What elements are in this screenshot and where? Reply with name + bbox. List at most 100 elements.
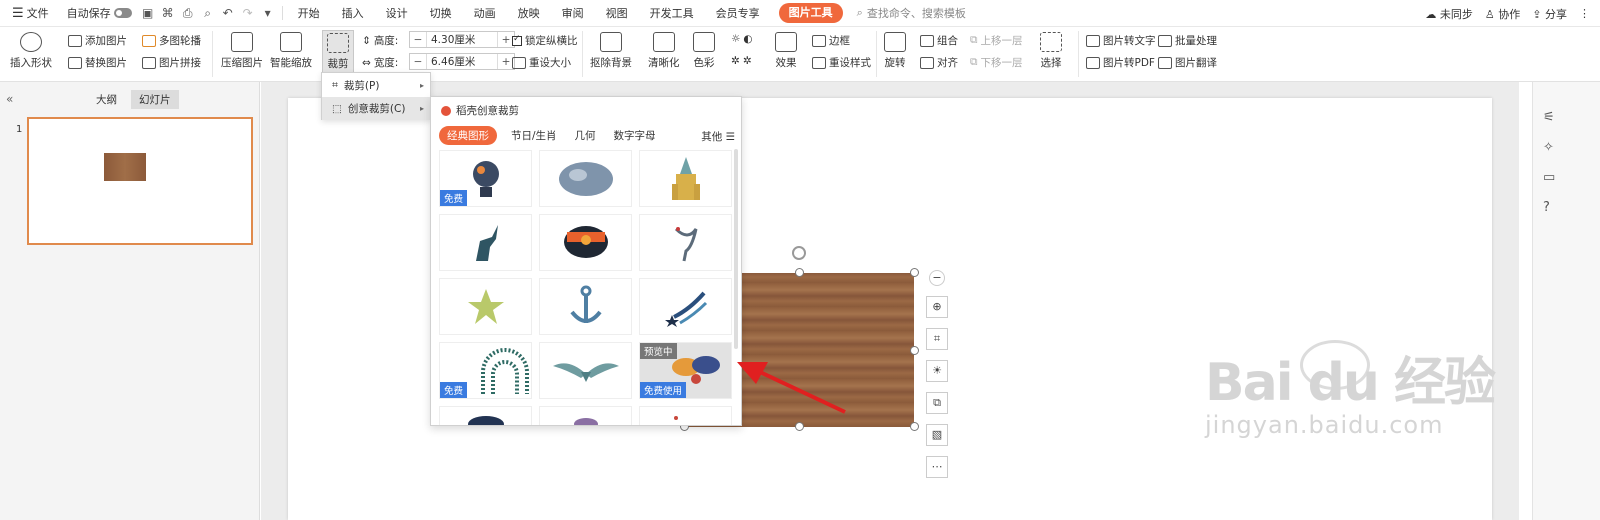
width-input[interactable]: 6.46厘米 [426,54,498,69]
tab-view[interactable]: 视图 [595,0,639,27]
lock-ratio-checkbox[interactable]: 锁定纵横比 [512,33,578,48]
remove-bg-button[interactable]: 抠除背景 [590,32,632,70]
tab-numbers-letters[interactable]: 数字字母 [610,126,660,145]
contrast-icon[interactable]: ◐ [743,33,752,45]
eraser-icon[interactable]: ▧ [926,424,948,446]
crop-button[interactable]: 裁剪 [322,30,354,74]
redo-icon[interactable]: ↷ [238,6,258,20]
brightness-buttons-2[interactable]: ✲ ✲ [731,55,752,67]
reset-size-button[interactable]: 重设大小 [512,55,571,70]
more-icon[interactable]: ⋮ [1579,7,1590,20]
tab-review[interactable]: 审阅 [551,0,595,27]
shape-star[interactable] [439,278,532,335]
free-use-badge[interactable]: 免费使用 [640,382,687,398]
shape-deer[interactable] [439,214,532,271]
insert-shape-button[interactable]: 插入形状 [10,32,52,70]
settings-sliders-icon[interactable]: ⚟ [1543,110,1555,125]
toggle-switch-icon[interactable] [113,8,132,18]
tab-design[interactable]: 设计 [375,0,419,27]
brightness-buttons[interactable]: ☼ ◐ [731,33,753,45]
tab-classic-shapes[interactable]: 经典图形 [439,126,497,145]
bulb-icon[interactable]: ☀ [926,360,948,382]
resize-handle[interactable] [910,346,919,355]
brightness-down-icon[interactable]: ✲ [731,55,740,67]
group-button[interactable]: 组合 [920,33,958,48]
shape-bulb[interactable]: 免费 [439,150,532,207]
collab-button[interactable]: ♙ 协作 [1485,6,1520,22]
print-icon[interactable]: ⎙ [178,6,198,21]
bring-forward-button[interactable]: ⧉ 上移一层 [970,33,1023,48]
menu-item-creative-crop[interactable]: ⬚ 创意裁剪(C) ▸ [322,97,430,120]
tab-picture-tools[interactable]: 图片工具 [778,3,843,23]
align-button[interactable]: 对齐 [920,55,958,70]
command-search[interactable]: ⌕ 查找命令、搜索模板 [857,5,966,21]
width-stepper[interactable]: − 6.46厘米 + [409,53,515,70]
share-button[interactable]: ⇪ 分享 [1532,6,1567,22]
rotate-button[interactable]: 旋转 [884,32,906,70]
pin-icon[interactable]: ✧ [1543,140,1554,155]
tab-animation[interactable]: 动画 [463,0,507,27]
zoom-in-icon[interactable]: ⊕ [926,296,948,318]
tab-insert[interactable]: 插入 [331,0,375,27]
tab-member[interactable]: 会员专享 [705,0,771,27]
send-backward-button[interactable]: ⧉ 下移一层 [970,55,1023,70]
height-stepper[interactable]: − 4.30厘米 + [409,31,515,48]
shape-floral[interactable] [539,406,632,425]
img-to-pdf-button[interactable]: 图片转PDF [1086,55,1155,70]
select-button[interactable]: 选择 [1040,32,1062,70]
crop-tool-icon[interactable]: ⌗ [926,328,948,350]
color-button[interactable]: 色彩 [693,32,715,70]
sharpen-button[interactable]: 清晰化 [648,32,680,70]
smart-zoom-button[interactable]: 智能缩放 [270,32,312,70]
panel-scrollbar[interactable] [734,149,738,349]
contrast-down-icon[interactable]: ✲ [743,55,752,67]
minus-circle-icon[interactable]: − [929,270,945,286]
shape-splash-sunset[interactable] [539,214,632,271]
tab-slides[interactable]: 幻灯片 [131,90,179,109]
menu-item-crop[interactable]: ⌗ 裁剪(P) ▸ [322,74,430,97]
multi-carousel-button[interactable]: 多图轮播 [142,33,201,48]
batch-button[interactable]: 批量处理 [1158,33,1217,48]
rotate-handle[interactable] [792,246,806,260]
copy-image-icon[interactable]: ⧉ [926,392,948,414]
shape-castle[interactable] [639,150,732,207]
tab-transition[interactable]: 切换 [419,0,463,27]
more-categories-button[interactable]: 其他 ☰ [701,129,735,144]
format-painter-icon[interactable]: ⌘ [158,6,178,20]
undo-icon[interactable]: ↶ [218,6,238,20]
brightness-up-icon[interactable]: ☼ [731,33,740,45]
border-button[interactable]: 边框 [812,33,850,48]
shape-wings[interactable] [539,342,632,399]
print-preview-icon[interactable]: ⌕ [198,6,218,21]
collapse-pane-icon[interactable]: « [6,92,13,106]
tab-festival-zodiac[interactable]: 节日/生肖 [507,126,561,145]
reset-style-button[interactable]: 重设样式 [812,55,871,70]
shape-anchor[interactable] [539,278,632,335]
image-splice-button[interactable]: 图片拼接 [142,55,201,70]
tab-outline[interactable]: 大纲 [88,90,125,109]
tab-slideshow[interactable]: 放映 [507,0,551,27]
slide-thumbnail[interactable] [27,117,253,245]
shape-crane[interactable] [639,214,732,271]
autosave-toggle[interactable]: 自动保存 [61,0,138,27]
height-input[interactable]: 4.30厘米 [426,32,498,47]
replace-image-button[interactable]: 替换图片 [68,55,127,70]
minus-icon[interactable]: − [410,56,426,68]
img-translate-button[interactable]: 图片翻译 [1158,55,1217,70]
resize-handle[interactable] [910,268,919,277]
shape-arches[interactable]: 免费 [439,342,532,399]
tab-developer[interactable]: 开发工具 [639,0,705,27]
help-icon[interactable]: ? [1543,200,1550,215]
comment-icon[interactable]: ▭ [1543,170,1555,185]
effects-button[interactable]: 效果 [775,32,797,70]
checkbox-icon[interactable] [512,34,522,46]
minus-icon[interactable]: − [410,34,426,46]
shape-cloud[interactable] [439,406,532,425]
resize-handle[interactable] [910,422,919,431]
img-to-text-button[interactable]: 图片转文字 [1086,33,1156,48]
shape-dot[interactable] [639,406,732,425]
resize-handle[interactable] [795,422,804,431]
more-dots-icon[interactable]: ⋯ [926,456,948,478]
customize-toolbar-icon[interactable]: ▾ [258,6,278,20]
save-icon[interactable]: ▣ [138,6,158,20]
